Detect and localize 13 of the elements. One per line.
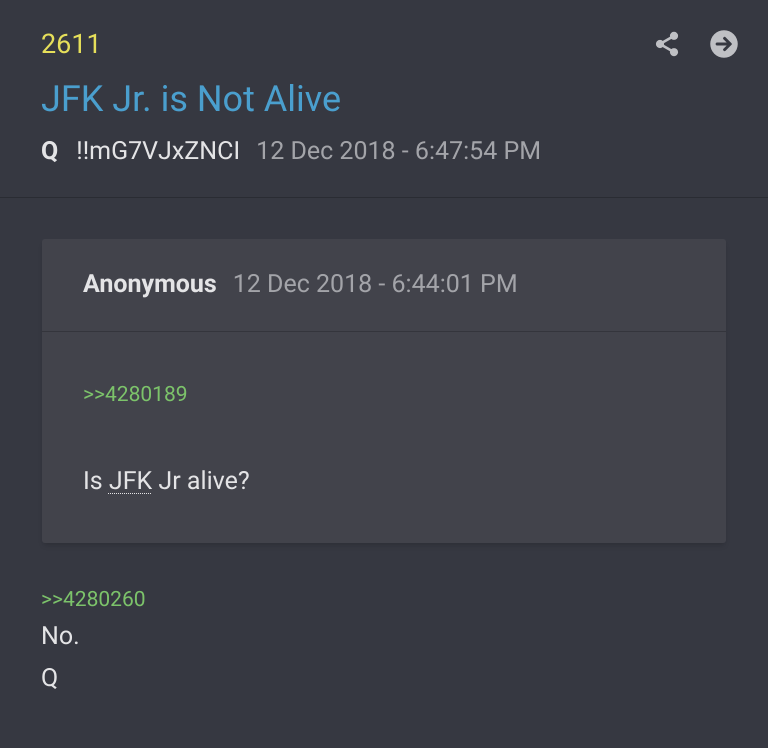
author-name: Q bbox=[41, 136, 58, 168]
post-timestamp: 12 Dec 2018 - 6:47:54 PM bbox=[256, 136, 542, 168]
reply-link[interactable]: >>4280260 bbox=[41, 584, 727, 616]
post-number: 2611 bbox=[41, 27, 102, 62]
post-text-line: No. bbox=[41, 621, 81, 653]
quote-text: Is JFK Jr alive? bbox=[83, 466, 251, 498]
reply-link[interactable]: >>4280189 bbox=[83, 382, 188, 406]
quote-author: Anonymous bbox=[83, 269, 217, 301]
post-text-line: Q bbox=[41, 663, 60, 695]
arrow-circle-icon[interactable] bbox=[709, 29, 739, 60]
quote-timestamp: 12 Dec 2018 - 6:44:01 PM bbox=[232, 269, 518, 301]
post-title: JFK Jr. is Not Alive bbox=[41, 76, 342, 120]
tripcode: !!mG7VJxZNCI bbox=[76, 136, 240, 168]
